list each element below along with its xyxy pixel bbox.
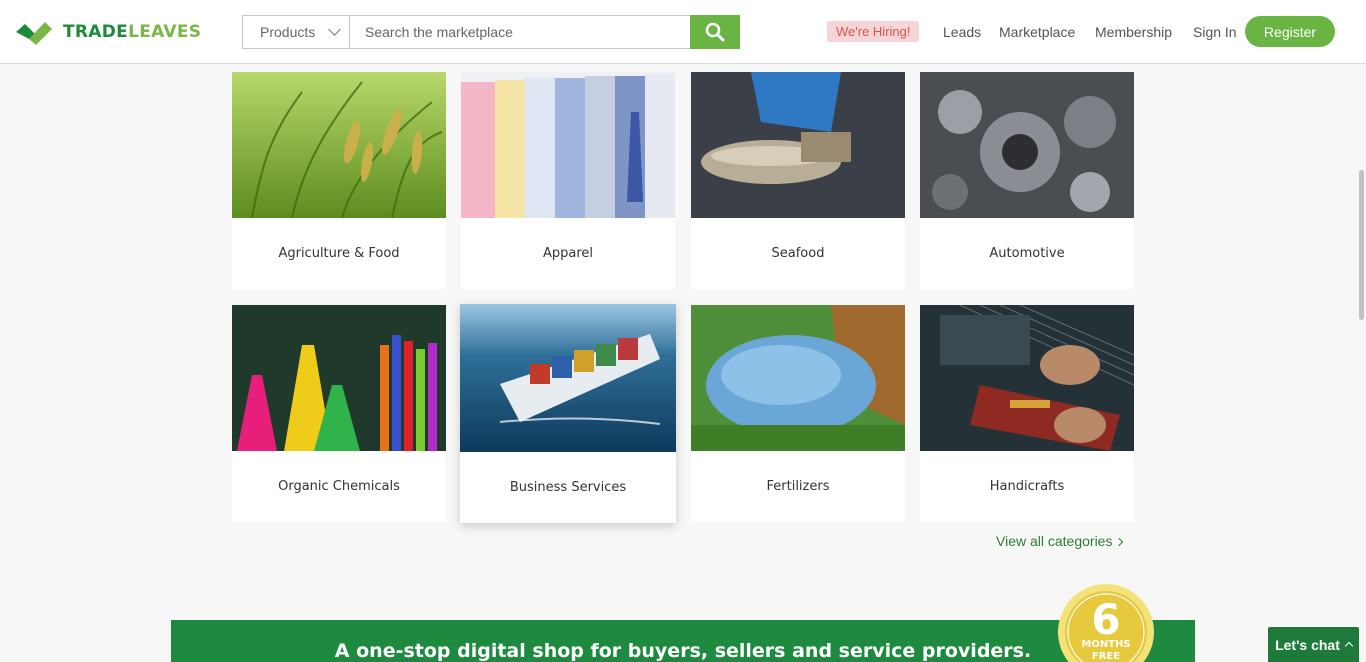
search-input[interactable] (350, 16, 690, 48)
chevron-up-icon (1344, 641, 1354, 651)
category-card-handicrafts[interactable]: Handicrafts (920, 305, 1134, 522)
nav-leads[interactable]: Leads (943, 16, 981, 48)
category-card-apparel[interactable]: Apparel (461, 72, 675, 289)
banner-text: A one-stop digital shop for buyers, sell… (334, 640, 1032, 662)
category-label: Agriculture & Food (278, 246, 400, 261)
promo-banner: A one-stop digital shop for buyers, sell… (171, 620, 1195, 662)
seal-line2: FREE (1092, 651, 1120, 662)
category-card-business-services[interactable]: Business Services (460, 304, 676, 523)
page-scrollbar[interactable] (1359, 170, 1364, 320)
category-card-automotive[interactable]: Automotive (920, 72, 1134, 289)
nav-sign-in[interactable]: Sign In (1193, 16, 1237, 48)
fertilizer-granules-photo (691, 305, 905, 451)
chat-label: Let's chat (1275, 636, 1340, 653)
seal-line1: MONTHS (1081, 639, 1130, 650)
loom-weaving-photo (920, 305, 1134, 451)
search-category-label: Products (260, 24, 316, 40)
hiring-badge[interactable]: We're Hiring! (827, 21, 920, 42)
view-all-categories-link[interactable]: View all categories (996, 533, 1124, 549)
brand-name: TRADELEAVES (63, 22, 202, 42)
chat-button[interactable]: Let's chat (1268, 627, 1359, 662)
engine-photo (920, 72, 1134, 218)
search-bar: Products (242, 15, 740, 49)
category-card-organic-chemicals[interactable]: Organic Chemicals (232, 305, 446, 522)
seal-number: 6 (1091, 595, 1120, 644)
category-label: Fertilizers (766, 479, 830, 494)
category-card-agriculture[interactable]: Agriculture & Food (232, 72, 446, 289)
leaf-logo-icon (16, 22, 52, 45)
lab-flasks-photo (232, 305, 446, 451)
category-label: Business Services (509, 480, 627, 495)
search-category-select[interactable]: Products (243, 16, 350, 48)
category-label: Automotive (989, 246, 1065, 261)
fish-photo (691, 72, 905, 218)
nav-membership[interactable]: Membership (1095, 16, 1172, 48)
rice-field-photo (232, 72, 446, 218)
six-months-free-seal-icon: 6 MONTHS FREE (1058, 584, 1154, 662)
category-label: Apparel (542, 246, 594, 261)
search-icon (705, 22, 725, 42)
brand-logo[interactable]: TRADELEAVES (16, 19, 201, 45)
register-button[interactable]: Register (1245, 16, 1335, 47)
site-header: TRADELEAVES Products We're Hiring! Leads… (0, 0, 1366, 64)
category-card-fertilizers[interactable]: Fertilizers (691, 305, 905, 522)
chevron-down-icon (328, 23, 341, 36)
cargo-ship-photo (460, 304, 676, 452)
category-card-seafood[interactable]: Seafood (691, 72, 905, 289)
category-label: Organic Chemicals (278, 479, 400, 494)
shirts-photo (461, 72, 675, 218)
view-all-label: View all categories (996, 533, 1113, 549)
search-button[interactable] (690, 15, 740, 49)
category-label: Handicrafts (989, 479, 1065, 494)
chevron-right-icon (1115, 537, 1124, 546)
nav-marketplace[interactable]: Marketplace (999, 16, 1075, 48)
category-label: Seafood (771, 246, 825, 261)
